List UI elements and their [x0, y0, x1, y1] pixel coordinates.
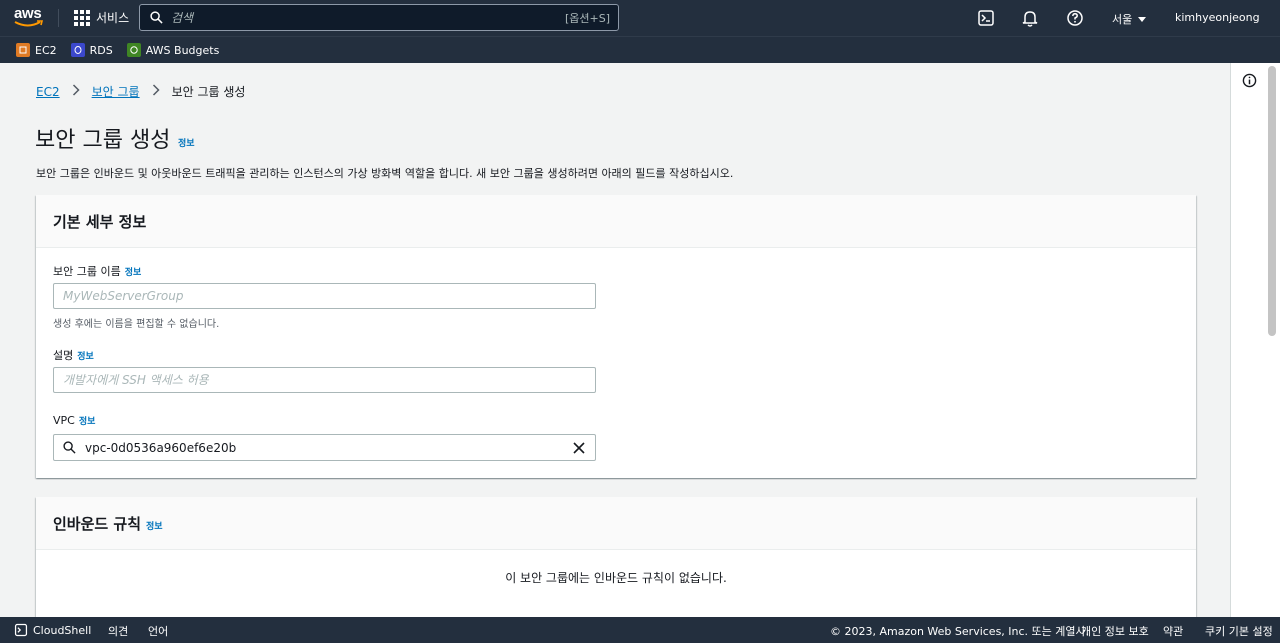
favorite-label: EC2	[35, 43, 57, 57]
services-menu-button[interactable]: 서비스	[74, 9, 129, 26]
title-info-link[interactable]: 정보	[178, 136, 195, 149]
name-constraint-hint: 생성 후에는 이름을 편집할 수 없습니다.	[53, 319, 220, 330]
budgets-service-icon	[126, 43, 141, 57]
terms-link[interactable]: 약관	[1163, 623, 1183, 639]
panel-header: 인바운드 규칙 정보	[36, 497, 1196, 550]
cookie-preferences-link[interactable]: 쿠키 기본 설정	[1205, 623, 1273, 639]
field-label: 설명 정보	[53, 347, 94, 363]
footer: CloudShell 의견 언어 © 2023, Amazon Web Serv…	[0, 617, 1280, 643]
security-group-name-input[interactable]	[53, 283, 596, 309]
security-group-name-field: 보안 그룹 이름 정보	[53, 263, 141, 279]
search-shortcut-hint: [옵션+S]	[564, 11, 610, 25]
aws-logo[interactable]: aws	[14, 5, 46, 31]
services-label: 서비스	[96, 11, 130, 25]
empty-state-message: 이 보안 그룹에는 인바운드 규칙이 없습니다.	[505, 571, 727, 585]
search-input[interactable]	[171, 10, 565, 25]
breadcrumb: EC2 보안 그룹 보안 그룹 생성	[36, 83, 245, 100]
description-label: 설명	[53, 349, 74, 362]
favorite-label: AWS Budgets	[145, 43, 220, 57]
account-menu[interactable]: kimhyeonjeong	[1175, 11, 1260, 24]
language-selector[interactable]: 언어	[148, 623, 168, 639]
clear-icon[interactable]	[573, 441, 585, 454]
chevron-right-icon	[152, 84, 160, 99]
field-label: 보안 그룹 이름 정보	[53, 263, 141, 279]
description-info-link[interactable]: 정보	[77, 352, 94, 362]
copyright-text: © 2023, Amazon Web Services, Inc. 또는 계열사…	[830, 625, 1090, 638]
favorite-label: RDS	[89, 43, 113, 57]
vpc-field: VPC 정보	[53, 414, 95, 427]
field-label: VPC 정보	[53, 414, 95, 427]
apps-grid-icon	[74, 9, 90, 26]
cloudshell-icon	[14, 623, 28, 637]
ec2-service-icon	[16, 43, 30, 57]
privacy-link[interactable]: 개인 정보 보호	[1081, 623, 1149, 639]
info-circle-icon[interactable]	[1242, 73, 1257, 88]
main-content: EC2 보안 그룹 보안 그룹 생성 보안 그룹 생성 정보 보안 그룹은 인바…	[0, 63, 1230, 617]
help-icon[interactable]	[1066, 9, 1084, 27]
cloudshell-button[interactable]: CloudShell	[14, 623, 91, 637]
basic-details-panel: 기본 세부 정보 보안 그룹 이름정보 생성 후에는 이름을 편집할 수 없습니…	[36, 195, 1196, 478]
rds-service-icon	[70, 43, 85, 57]
favorites-bar: EC2 RDS AWS Budgets	[0, 36, 1280, 63]
page-description: 보안 그룹은 인바운드 및 아웃바운드 트래픽을 관리하는 인스턴스의 가상 방…	[36, 167, 734, 180]
cloudshell-icon[interactable]	[977, 9, 995, 27]
aws-logo-text: aws	[14, 5, 42, 22]
panel-header: 기본 세부 정보	[36, 195, 1196, 248]
vpc-info-link[interactable]: 정보	[79, 417, 96, 427]
vpc-value: vpc-0d0536a960ef6e20b	[85, 440, 237, 455]
notifications-bell-icon[interactable]	[1021, 9, 1039, 27]
inbound-rules-panel: 인바운드 규칙 정보 이 보안 그룹에는 인바운드 규칙이 없습니다.	[36, 497, 1196, 617]
nav-divider	[58, 9, 59, 27]
search-bar[interactable]: [옵션+S]	[139, 4, 619, 31]
scrollbar[interactable]	[1268, 66, 1276, 336]
chevron-right-icon	[72, 84, 80, 99]
top-navigation: aws 서비스 [옵션+S]	[0, 0, 1280, 36]
page-title: 보안 그룹 생성	[35, 128, 171, 153]
name-label: 보안 그룹 이름	[53, 265, 121, 278]
vpc-autosuggest[interactable]: vpc-0d0536a960ef6e20b	[53, 434, 596, 461]
search-icon	[63, 441, 76, 454]
inbound-info-link[interactable]: 정보	[146, 519, 163, 532]
cloudshell-label: CloudShell	[33, 623, 92, 637]
breadcrumb-link-ec2[interactable]: EC2	[36, 85, 60, 99]
region-label: 서울	[1112, 13, 1133, 26]
favorite-ec2[interactable]: EC2	[16, 43, 57, 57]
favorite-aws-budgets[interactable]: AWS Budgets	[126, 43, 220, 57]
account-name: kimhyeonjeong	[1175, 11, 1260, 24]
breadcrumb-link-security-groups[interactable]: 보안 그룹	[92, 83, 140, 100]
description-input[interactable]	[53, 367, 596, 393]
favorite-rds[interactable]: RDS	[70, 43, 113, 57]
caret-down-icon	[1138, 16, 1147, 22]
search-icon	[150, 11, 163, 24]
breadcrumb-current: 보안 그룹 생성	[171, 85, 246, 99]
name-info-link[interactable]: 정보	[125, 268, 142, 278]
description-field: 설명 정보	[53, 347, 94, 363]
feedback-link[interactable]: 의견	[108, 623, 128, 639]
panel-heading: 인바운드 규칙	[53, 514, 142, 533]
region-selector[interactable]: 서울	[1112, 11, 1147, 27]
panel-heading: 기본 세부 정보	[53, 212, 147, 231]
vpc-label: VPC	[53, 414, 75, 427]
